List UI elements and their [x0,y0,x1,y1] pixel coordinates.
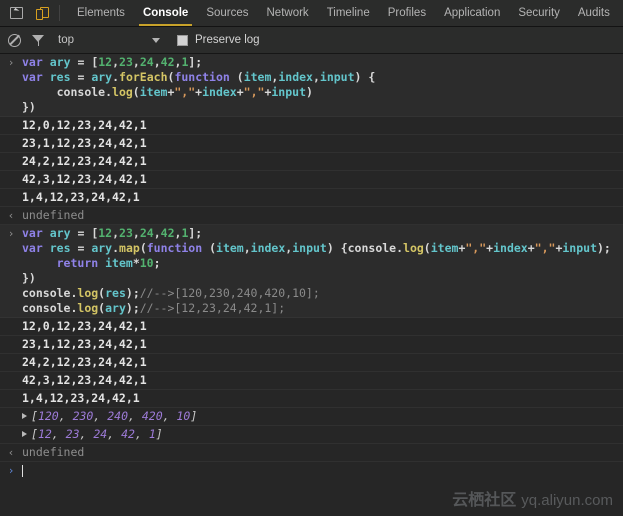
console-log-text: 12,0,12,23,24,42,1 [22,118,147,132]
console-log-text: 23,1,12,23,24,42,1 [22,337,147,351]
console-log-text: 42,3,12,23,24,42,1 [22,373,147,387]
console-log-row: 24,2,12,23,24,42,1 [0,153,623,171]
console-log-row: 24,2,12,23,24,42,1 [0,354,623,372]
device-toolbar-icon[interactable] [34,5,51,22]
console-command-code: var ary = [12,23,24,42,1]; var res = ary… [22,55,376,114]
console-log-text: 42,3,12,23,24,42,1 [22,172,147,186]
tab-profiles-label: Profiles [387,7,427,19]
prompt-marker-icon: › [7,464,15,477]
console-log-text: 24,2,12,23,24,42,1 [22,154,147,168]
toolbar-divider [59,5,60,21]
toolbar-icon-group [0,0,57,26]
console-result-row: ‹ undefined [0,207,623,225]
console-log-text: 23,1,12,23,24,42,1 [22,136,147,150]
console-log-row: 23,1,12,23,24,42,1 [0,336,623,354]
tab-security[interactable]: Security [509,0,569,26]
output-marker-icon: ‹ [7,446,15,459]
chevron-down-icon[interactable] [152,37,160,43]
console-log-text: 1,4,12,23,24,42,1 [22,391,140,405]
log-gutter [0,391,22,392]
expand-triangle-icon[interactable] [22,431,27,437]
expand-triangle-icon[interactable] [22,413,27,419]
console-log-text: 24,2,12,23,24,42,1 [22,355,147,369]
console-log-row: 23,1,12,23,24,42,1 [0,135,623,153]
log-gutter [0,319,22,320]
console-result-text: undefined [22,208,85,222]
output-marker-icon: ‹ [7,209,15,222]
console-array-value[interactable]: [12, 23, 24, 42, 1] [22,427,623,442]
console-array-row[interactable]: [120, 230, 240, 420, 10] [0,408,623,426]
log-gutter [0,136,22,137]
log-gutter [0,355,22,356]
array-gutter [0,427,22,428]
tab-timeline[interactable]: Timeline [318,0,379,26]
tab-elements-label: Elements [77,7,125,19]
devtools-window: Elements Console Sources Network Timelin… [0,0,623,516]
tab-console-label: Console [142,7,189,19]
log-gutter [0,373,22,374]
console-log-row: 1,4,12,23,24,42,1 [0,189,623,207]
console-command-code: var ary = [12,23,24,42,1]; var res = ary… [22,226,611,315]
tab-network-label: Network [266,7,309,19]
preserve-log-checkbox[interactable] [177,34,188,46]
input-marker-icon: › [7,227,15,240]
console-result-row: ‹ undefined [0,444,623,462]
tab-timeline-label: Timeline [326,7,370,19]
log-gutter [0,337,22,338]
console-log-row: 1,4,12,23,24,42,1 [0,390,623,408]
console-output[interactable]: › var ary = [12,23,24,42,1]; var res = a… [0,54,623,516]
log-gutter [0,118,22,119]
console-log-row: 42,3,12,23,24,42,1 [0,171,623,189]
devtools-tabbar: Elements Console Sources Network Timelin… [0,0,623,27]
tab-sources-label: Sources [206,7,249,19]
tab-application-label: Application [444,7,501,19]
tab-sources[interactable]: Sources [197,0,257,26]
tab-console[interactable]: Console [134,0,197,26]
console-log-row: 42,3,12,23,24,42,1 [0,372,623,390]
console-array-value[interactable]: [120, 230, 240, 420, 10] [22,409,623,424]
log-gutter [0,190,22,191]
execution-context-selector[interactable]: top [58,34,74,46]
tab-profiles[interactable]: Profiles [379,0,435,26]
input-marker-icon: › [7,56,15,69]
filter-funnel-icon[interactable] [32,34,45,47]
log-gutter [0,154,22,155]
console-prompt-row[interactable]: › [0,462,623,477]
console-filterbar: top Preserve log [0,27,623,54]
tab-network[interactable]: Network [258,0,318,26]
tab-audits-label: Audits [577,7,610,19]
console-log-row: 12,0,12,23,24,42,1 [0,318,623,336]
tab-elements[interactable]: Elements [68,0,134,26]
console-log-text: 1,4,12,23,24,42,1 [22,190,140,204]
console-result-text: undefined [22,445,85,459]
console-log-text: 12,0,12,23,24,42,1 [22,319,147,333]
console-command-entry[interactable]: › var ary = [12,23,24,42,1]; var res = a… [0,225,623,318]
tab-security-label: Security [518,7,560,19]
text-cursor [22,464,23,477]
clear-console-icon[interactable] [8,33,21,47]
tab-application[interactable]: Application [435,0,509,26]
preserve-log-control[interactable]: Preserve log [177,34,260,46]
console-array-row[interactable]: [12, 23, 24, 42, 1] [0,426,623,444]
tab-audits[interactable]: Audits [569,0,619,26]
array-gutter [0,409,22,410]
panel-tabs: Elements Console Sources Network Timelin… [64,0,619,26]
preserve-log-label: Preserve log [195,34,260,46]
console-log-row: 12,0,12,23,24,42,1 [0,117,623,135]
console-command-entry[interactable]: › var ary = [12,23,24,42,1]; var res = a… [0,54,623,117]
inspect-element-icon[interactable] [8,5,25,22]
log-gutter [0,172,22,173]
